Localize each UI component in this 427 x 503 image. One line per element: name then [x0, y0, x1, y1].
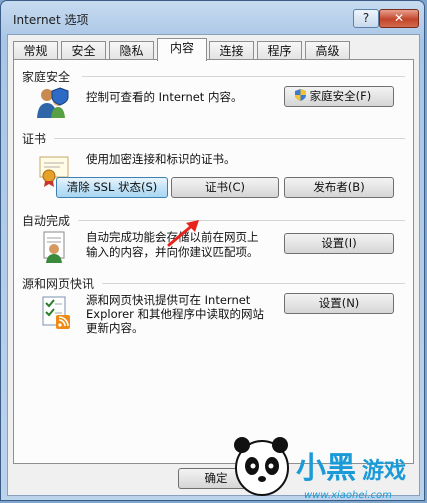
feeds-description-line2: Explorer 和其他程序中读取的网站 — [86, 307, 265, 321]
autocomplete-settings-button[interactable]: 设置(I) — [284, 233, 394, 254]
dialog-client: 常规 安全 隐私 内容 连接 程序 高级 家庭安全 控制可查看的 Interne… — [7, 34, 420, 496]
autocomplete-heading: 自动完成 — [22, 214, 71, 228]
internet-options-window: Internet 选项 ? ✕ 常规 安全 隐私 内容 连接 程序 高级 家庭安… — [0, 0, 425, 501]
annotation-arrow-icon — [167, 220, 199, 247]
feeds-description-line3: 更新内容。 — [86, 321, 144, 335]
title-bar[interactable]: Internet 选项 ? ✕ — [1, 1, 424, 35]
content-tab-panel: 家庭安全 控制可查看的 Internet 内容。 家庭安全(F) 证书 使用加密… — [13, 59, 414, 464]
tab-general[interactable]: 常规 — [13, 41, 58, 60]
tab-connections[interactable]: 连接 — [209, 41, 254, 60]
tab-advanced[interactable]: 高级 — [305, 41, 350, 60]
section-divider — [54, 138, 405, 139]
help-button[interactable]: ? — [353, 9, 379, 28]
publishers-button[interactable]: 发布者(B) — [284, 177, 394, 198]
svg-text:小黑: 小黑 — [296, 451, 356, 486]
tab-content[interactable]: 内容 — [157, 38, 207, 61]
family-safety-heading: 家庭安全 — [22, 70, 71, 84]
close-button[interactable]: ✕ — [379, 9, 419, 28]
clear-ssl-state-button[interactable]: 清除 SSL 状态(S) — [56, 177, 168, 198]
section-divider — [82, 76, 405, 77]
feeds-heading: 源和网页快讯 — [22, 277, 95, 291]
tab-privacy[interactable]: 隐私 — [109, 41, 154, 60]
family-safety-icon — [37, 87, 69, 118]
section-divider — [78, 220, 405, 221]
autocomplete-icon — [43, 231, 65, 263]
certificates-button[interactable]: 证书(C) — [171, 177, 279, 198]
feeds-settings-button[interactable]: 设置(N) — [284, 293, 394, 314]
tab-programs[interactable]: 程序 — [257, 41, 302, 60]
family-safety-description: 控制可查看的 Internet 内容。 — [86, 90, 243, 104]
tab-security[interactable]: 安全 — [61, 41, 106, 60]
family-safety-button[interactable]: 家庭安全(F) — [284, 86, 394, 107]
window-title: Internet 选项 — [13, 13, 89, 27]
feeds-description-line1: 源和网页快讯提供可在 Internet — [86, 293, 251, 307]
uac-shield-icon — [295, 89, 306, 101]
feeds-icon — [42, 296, 70, 329]
svg-text:游戏: 游戏 — [362, 458, 406, 484]
section-divider — [102, 283, 405, 284]
watermark-url: www.xiaohei.com — [304, 490, 392, 501]
certificates-description: 使用加密连接和标识的证书。 — [86, 152, 236, 166]
family-safety-button-label: 家庭安全(F) — [309, 89, 372, 103]
xiaohei-watermark-logo: 小黑 游戏 www.xiaohei.com — [234, 437, 406, 501]
certificates-heading: 证书 — [22, 132, 47, 146]
